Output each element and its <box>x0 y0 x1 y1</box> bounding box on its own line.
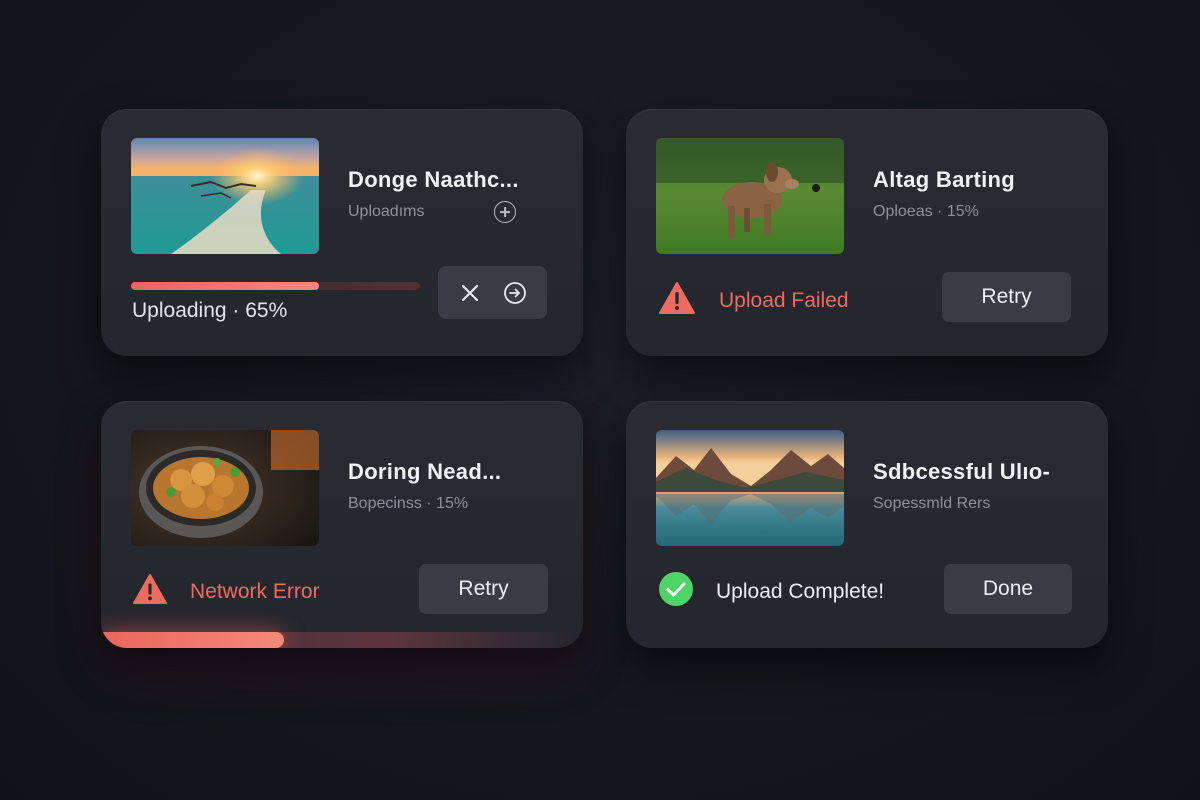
upload-progress-bar <box>131 282 420 290</box>
file-title: Sdbcessful Ulıo- <box>873 459 1051 484</box>
retry-button[interactable]: Retry <box>942 272 1071 322</box>
plus-circle-icon[interactable] <box>494 201 516 223</box>
file-title: Altag Barting <box>873 167 1016 192</box>
upload-card-failed: Altag Barting Oploeas · 15% Upload Faile… <box>626 109 1108 356</box>
progress-label: Uploading · 65% <box>132 299 288 322</box>
upload-action-group <box>438 266 547 319</box>
file-title: Doring Nead... <box>348 459 502 484</box>
file-subtitle: Bopecinss · 15% <box>348 495 469 512</box>
check-circle-icon <box>658 571 694 612</box>
file-title: Donge Naathc... <box>348 167 519 192</box>
upload-card-network-error: Doring Nead... Bopecinss · 15% Network E… <box>101 401 583 648</box>
error-progress-fill <box>101 632 285 648</box>
status-row: Upload Complete! <box>658 571 884 612</box>
status-row: Network Error <box>132 573 320 610</box>
status-text: Upload Failed <box>719 288 849 312</box>
arrow-circle-icon[interactable] <box>502 280 528 306</box>
file-subtitle: Sopessmld Rers <box>873 495 991 512</box>
upload-card-complete: Sdbcessful Ulıo- Sopessmld Rers Upload C… <box>626 401 1108 648</box>
warning-icon <box>132 573 168 610</box>
dog-on-grass-thumbnail <box>656 138 844 254</box>
food-bowl-thumbnail <box>131 430 319 546</box>
upload-card-uploading: Donge Naathc... Uploadıms Uploading · 65… <box>101 109 583 356</box>
upload-progress-fill <box>131 282 319 290</box>
close-icon[interactable] <box>457 280 483 306</box>
done-button[interactable]: Done <box>944 564 1072 614</box>
retry-button[interactable]: Retry <box>419 564 548 614</box>
status-row: Upload Failed <box>658 281 849 320</box>
file-subtitle: Oploeas · 15% <box>873 203 979 220</box>
beach-sunset-thumbnail <box>131 138 319 254</box>
warning-icon <box>658 281 696 320</box>
mountain-lake-thumbnail <box>656 430 844 546</box>
error-progress-bar <box>101 632 583 648</box>
status-text: Network Error <box>190 579 320 603</box>
file-subtitle: Uploadıms <box>348 203 425 220</box>
status-text: Upload Complete! <box>716 579 885 603</box>
